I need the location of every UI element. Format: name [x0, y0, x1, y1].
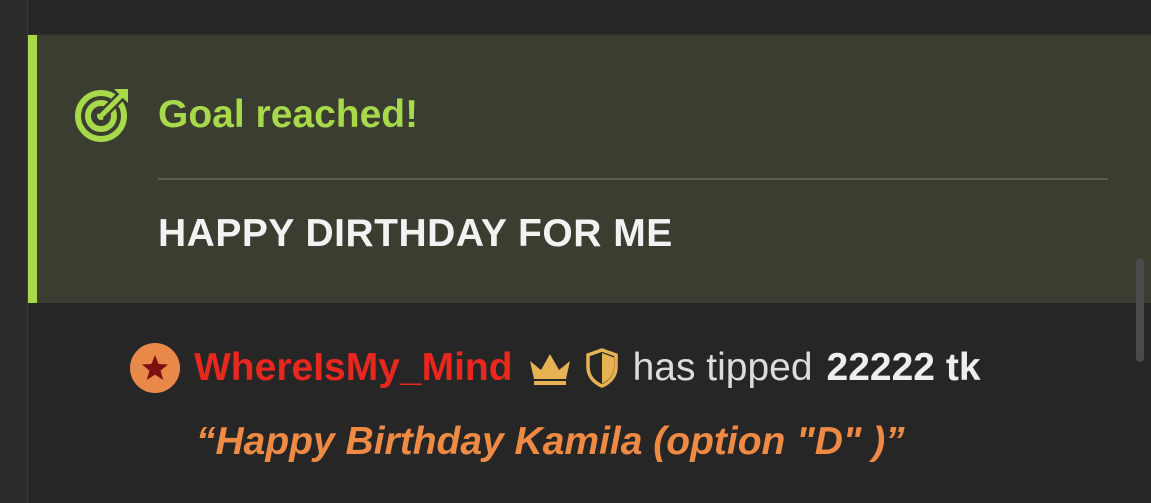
goal-accent-bar: [28, 35, 37, 303]
star-icon: [130, 343, 180, 393]
goal-divider: [158, 178, 1108, 180]
tip-action-text: has tipped: [632, 346, 813, 389]
goal-message: HAPPY DIRTHDAY FOR ME: [158, 212, 673, 255]
tip-amount: 22222 tk: [826, 346, 981, 389]
crown-icon: [527, 351, 573, 385]
left-gutter: [0, 0, 27, 503]
chat-panel: Goal reached! HAPPY DIRTHDAY FOR ME Wher…: [0, 0, 1151, 503]
previous-message-area: [28, 0, 1151, 35]
chat-scrollbar-thumb[interactable]: [1136, 258, 1144, 362]
goal-title: Goal reached!: [158, 93, 419, 136]
target-arrow-icon: [74, 85, 132, 143]
tip-message: “Happy Birthday Kamila (option "D" )”: [196, 420, 905, 463]
tip-notification: WhereIsMy_Mind has tipped 22222 tk: [130, 340, 981, 396]
goal-reached-notice: Goal reached! HAPPY DIRTHDAY FOR ME: [28, 35, 1151, 303]
shield-icon: [585, 348, 619, 388]
tipper-username[interactable]: WhereIsMy_Mind: [194, 346, 513, 390]
